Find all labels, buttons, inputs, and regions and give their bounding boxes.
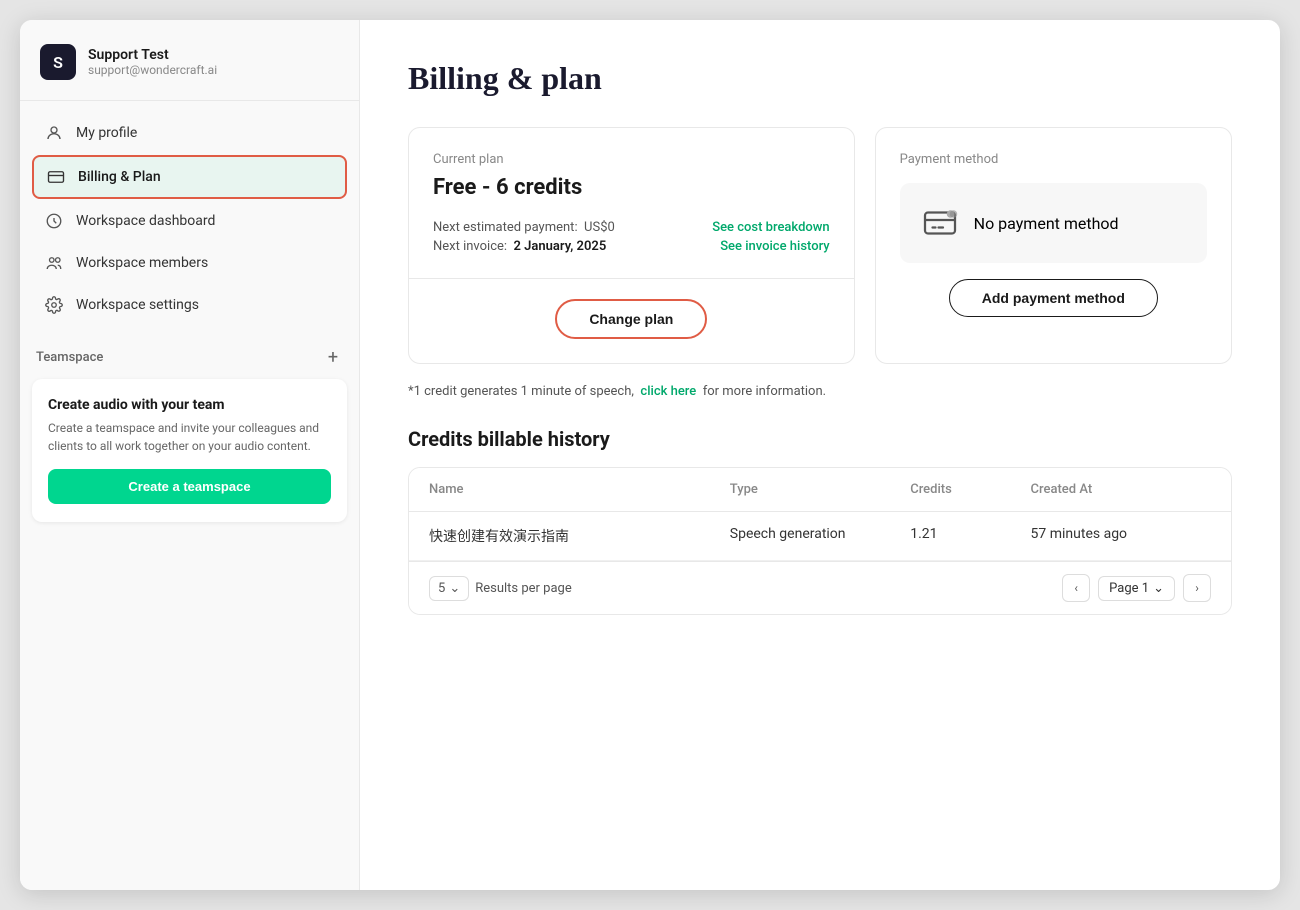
teamspace-add-button[interactable]: + <box>323 347 343 367</box>
per-page-label: Results per page <box>475 581 572 596</box>
workspace-info: Support Test support@wondercraft.ai <box>88 47 217 77</box>
history-section-title: Credits billable history <box>408 427 1232 451</box>
per-page-value: 5 <box>438 581 445 596</box>
workspace-header: S Support Test support@wondercraft.ai <box>20 20 359 101</box>
table-footer: 5 ⌄ Results per page ‹ Page 1 ⌄ › <box>409 561 1231 614</box>
credit-info: *1 credit generates 1 minute of speech, … <box>408 384 1232 399</box>
no-payment-box: No payment method <box>900 183 1207 263</box>
see-cost-breakdown-link[interactable]: See cost breakdown <box>712 220 829 235</box>
nav-workspace-dashboard[interactable]: Workspace dashboard <box>32 201 347 241</box>
workspace-name: Support Test <box>88 47 217 63</box>
current-plan-card: Current plan Free - 6 credits Next estim… <box>408 127 855 364</box>
create-teamspace-button[interactable]: Create a teamspace <box>48 469 331 504</box>
billing-icon <box>46 167 66 187</box>
pagination: ‹ Page 1 ⌄ › <box>1062 574 1211 602</box>
plan-divider <box>409 278 854 279</box>
nav-my-profile[interactable]: My profile <box>32 113 347 153</box>
nav-billing[interactable]: Billing & Plan <box>32 155 347 199</box>
per-page-chevron-icon: ⌄ <box>449 581 460 596</box>
change-plan-button[interactable]: Change plan <box>555 299 707 339</box>
settings-icon <box>44 295 64 315</box>
teamspace-header: Teamspace + <box>32 347 347 367</box>
teamspace-card-title: Create audio with your team <box>48 397 331 413</box>
teamspace-card: Create audio with your team Create a tea… <box>32 379 347 522</box>
main-content: Billing & plan Current plan Free - 6 cre… <box>360 20 1280 890</box>
dashboard-icon <box>44 211 64 231</box>
credit-info-text-after: for more information. <box>703 384 826 399</box>
page-label: Page 1 <box>1109 581 1149 596</box>
credit-info-link[interactable]: click here <box>640 384 696 399</box>
nav-section: My profile Billing & Plan Workspace dash… <box>20 101 359 327</box>
billing-grid: Current plan Free - 6 credits Next estim… <box>408 127 1232 364</box>
row-type: Speech generation <box>730 526 910 546</box>
row-created-at: 57 minutes ago <box>1031 526 1211 546</box>
col-type: Type <box>730 482 910 497</box>
page-title: Billing & plan <box>408 60 1232 97</box>
credit-info-text-before: *1 credit generates 1 minute of speech, <box>408 384 634 399</box>
history-table: Name Type Credits Created At 快速创建有效演示指南 … <box>408 467 1232 615</box>
next-payment-row: Next estimated payment: US$0 <box>433 220 615 235</box>
col-created-at: Created At <box>1031 482 1211 497</box>
plan-info: Next estimated payment: US$0 Next invoic… <box>433 220 615 254</box>
next-payment-label: Next estimated payment: <box>433 220 578 235</box>
nav-workspace-members[interactable]: Workspace members <box>32 243 347 283</box>
members-icon <box>44 253 64 273</box>
prev-page-button[interactable]: ‹ <box>1062 574 1090 602</box>
page-chevron-icon: ⌄ <box>1153 581 1164 596</box>
next-invoice-label: Next invoice: <box>433 239 507 254</box>
payment-method-card: Payment method No payment method Add pay… <box>875 127 1232 364</box>
next-invoice-value: 2 January, 2025 <box>514 239 607 254</box>
payment-card-icon <box>920 203 960 243</box>
user-icon <box>44 123 64 143</box>
history-section: Credits billable history Name Type Credi… <box>408 427 1232 615</box>
nav-workspace-members-label: Workspace members <box>76 255 208 271</box>
add-payment-button[interactable]: Add payment method <box>949 279 1158 317</box>
row-credits: 1.21 <box>910 526 1030 546</box>
payment-method-label: Payment method <box>900 152 1207 167</box>
page-indicator[interactable]: Page 1 ⌄ <box>1098 576 1175 601</box>
next-invoice-row: Next invoice: 2 January, 2025 <box>433 239 615 254</box>
no-payment-text: No payment method <box>974 214 1119 233</box>
next-page-button[interactable]: › <box>1183 574 1211 602</box>
current-plan-label: Current plan <box>433 152 830 167</box>
nav-workspace-settings[interactable]: Workspace settings <box>32 285 347 325</box>
nav-billing-label: Billing & Plan <box>78 169 161 185</box>
plan-name: Free - 6 credits <box>433 175 830 200</box>
per-page-select[interactable]: 5 ⌄ <box>429 576 469 601</box>
table-row: 快速创建有效演示指南 Speech generation 1.21 57 min… <box>409 512 1231 561</box>
sidebar: S Support Test support@wondercraft.ai My… <box>20 20 360 890</box>
nav-workspace-dashboard-label: Workspace dashboard <box>76 213 215 229</box>
plan-links: See cost breakdown See invoice history <box>712 220 829 254</box>
plan-details: Next estimated payment: US$0 Next invoic… <box>433 220 830 254</box>
app-window: S Support Test support@wondercraft.ai My… <box>20 20 1280 890</box>
nav-my-profile-label: My profile <box>76 125 137 141</box>
workspace-email: support@wondercraft.ai <box>88 63 217 77</box>
workspace-avatar: S <box>40 44 76 80</box>
nav-workspace-settings-label: Workspace settings <box>76 297 199 313</box>
col-name: Name <box>429 482 730 497</box>
teamspace-card-desc: Create a teamspace and invite your colle… <box>48 419 331 455</box>
teamspace-label: Teamspace <box>36 350 103 365</box>
see-invoice-history-link[interactable]: See invoice history <box>720 239 829 254</box>
table-header: Name Type Credits Created At <box>409 468 1231 512</box>
row-name: 快速创建有效演示指南 <box>429 526 730 546</box>
per-page-control: 5 ⌄ Results per page <box>429 576 572 601</box>
teamspace-section: Teamspace + Create audio with your team … <box>20 327 359 534</box>
col-credits: Credits <box>910 482 1030 497</box>
next-payment-value: US$0 <box>584 220 615 235</box>
